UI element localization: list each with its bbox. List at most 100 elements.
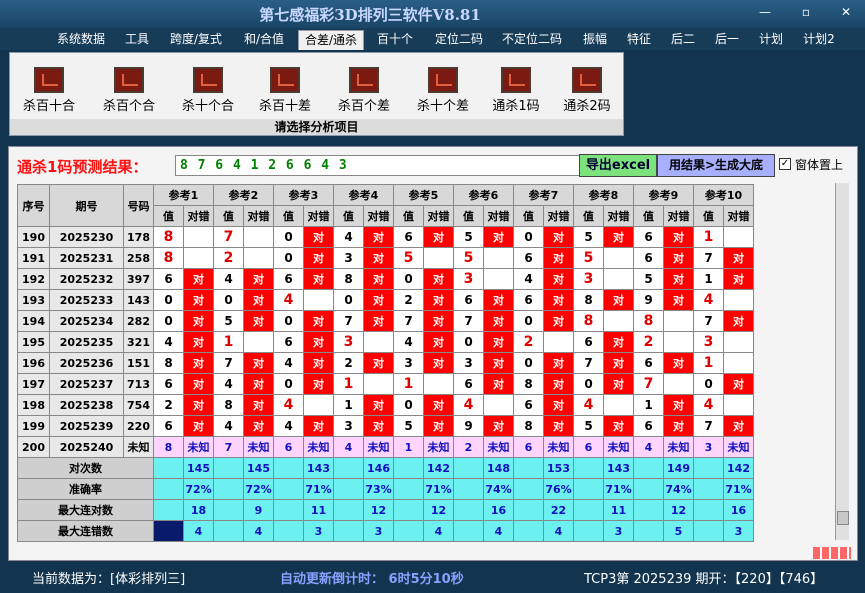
- vertical-scrollbar[interactable]: [835, 183, 849, 540]
- result-field[interactable]: 8 7 6 4 1 2 6 6 4 3: [175, 155, 585, 176]
- minimize-icon[interactable]: —: [752, 4, 778, 20]
- table-row[interactable]: 193 2025233 143 0 对 0 对 4 0 对 2 对 6 对 6 对 8 对 9 对 4: [17, 289, 754, 311]
- table-row[interactable]: 197 2025237 713 6 对 4 对 0 对 1 1 6 对 8 对 0 对 7 0 对: [17, 373, 754, 395]
- table-row[interactable]: 192 2025232 397 6 对 4 对 6 对 8 对 0 对 3 4 对 3 5 对 1 对: [17, 268, 754, 290]
- hit-cell: 对: [363, 247, 394, 269]
- row-number: 151: [123, 352, 154, 374]
- stats-value: 74%: [483, 478, 514, 500]
- tool-button[interactable]: 杀百个合: [94, 67, 164, 117]
- stats-blank: [693, 457, 724, 479]
- ref-value: 8: [153, 352, 184, 374]
- close-icon[interactable]: ✕: [833, 4, 859, 20]
- ref-value: 3: [693, 331, 724, 353]
- menu-item[interactable]: 工具: [118, 30, 156, 50]
- stats-blank: [633, 520, 664, 542]
- stats-blank: [273, 499, 304, 521]
- stats-value: 153: [543, 457, 574, 479]
- ref-value: 3: [333, 247, 364, 269]
- header-ref: 参考5: [393, 184, 454, 206]
- row-period: 2025230: [49, 226, 124, 248]
- ref-value: 6: [573, 331, 604, 353]
- header-value: 值: [453, 205, 484, 227]
- menu-item[interactable]: 和/合值: [238, 30, 290, 50]
- ref-value: 7: [213, 352, 244, 374]
- miss-cell: [723, 331, 754, 353]
- table-row[interactable]: 191 2025231 258 8 2 0 对 3 对 5 5 6 对 5 6 对 7 对: [17, 247, 754, 269]
- stats-blank: [393, 457, 424, 479]
- export-excel-button[interactable]: 导出excel: [579, 154, 657, 177]
- table-row[interactable]: 194 2025234 282 0 对 5 对 0 对 7 对 7 对 7 对 0 对 8 8 7 对: [17, 310, 754, 332]
- ref-value: 0: [153, 310, 184, 332]
- header-value: 值: [393, 205, 424, 227]
- generate-base-button[interactable]: 用结果>生成大底: [657, 154, 775, 177]
- table-row[interactable]: 190 2025230 178 8 7 0 对 4 对 6 对 5 对 0 对 5 对 6 对 1: [17, 226, 754, 248]
- stats-value: 11: [303, 499, 334, 521]
- tool-button[interactable]: 杀百个差: [329, 67, 399, 117]
- table-row[interactable]: 196 2025236 151 8 对 7 对 4 对 2 对 3 对 3 对 0 对 7 对 6 对 1: [17, 352, 754, 374]
- pin-window-label: 窗体置上: [795, 158, 844, 172]
- stats-blank: [153, 457, 184, 479]
- progress-indicator: [813, 547, 851, 559]
- tool-button[interactable]: 杀百十差: [250, 67, 320, 117]
- ref-value: 2: [153, 394, 184, 416]
- stats-blank: [273, 457, 304, 479]
- tool-button[interactable]: 通杀1码: [481, 67, 551, 117]
- miss-cell: [483, 394, 514, 416]
- ref-value: 4: [273, 289, 304, 311]
- stats-blank: [513, 478, 544, 500]
- row-number: 754: [123, 394, 154, 416]
- ref-value: 4: [693, 289, 724, 311]
- unknown-cell: 未知: [543, 436, 574, 458]
- stats-blank: [213, 520, 244, 542]
- restore-icon[interactable]: ▫: [793, 4, 819, 20]
- miss-cell: [663, 310, 694, 332]
- hit-cell: 对: [663, 268, 694, 290]
- chart-icon: [193, 67, 223, 93]
- ref-value: 1: [393, 373, 424, 395]
- menu-item[interactable]: 后二: [665, 30, 701, 50]
- table-row[interactable]: 195 2025235 321 4 对 1 6 对 3 4 对 0 对 2 6 对 2 3: [17, 331, 754, 353]
- header-ref: 参考6: [453, 184, 514, 206]
- ref-value: 0: [213, 289, 244, 311]
- scrollbar-thumb[interactable]: [837, 511, 849, 525]
- stats-value: 71%: [423, 478, 454, 500]
- menu-item[interactable]: 跨度/复式: [164, 30, 228, 50]
- menu-item[interactable]: 定位二码: [430, 30, 488, 50]
- ref-value: 3: [573, 268, 604, 290]
- hit-cell: 对: [543, 352, 574, 374]
- header-hit: 对错: [543, 205, 574, 227]
- ref-value: 3: [693, 436, 724, 458]
- row-period: 2025232: [49, 268, 124, 290]
- menu-item[interactable]: 百十个: [372, 30, 418, 50]
- ref-value: 0: [273, 310, 304, 332]
- ref-value: 0: [153, 289, 184, 311]
- menu-item-active[interactable]: 合差/通杀: [298, 30, 364, 50]
- hit-cell: 对: [303, 310, 334, 332]
- stats-value: 145: [183, 457, 214, 479]
- table-row[interactable]: 198 2025238 754 2 对 8 对 4 1 对 0 对 4 6 对 4 1 对 4: [17, 394, 754, 416]
- menu-item[interactable]: 不定位二码: [497, 30, 567, 50]
- hit-cell: 对: [423, 352, 454, 374]
- tool-button[interactable]: 通杀2码: [552, 67, 622, 117]
- menu-item[interactable]: 后一: [709, 30, 745, 50]
- ref-value: 1: [693, 352, 724, 374]
- row-period: 2025240: [49, 436, 124, 458]
- menu-item[interactable]: 计划: [753, 30, 789, 50]
- tool-button[interactable]: 杀十个合: [173, 67, 243, 117]
- menu-item[interactable]: 振幅: [577, 30, 613, 50]
- table-row[interactable]: 199 2025239 220 6 对 4 对 4 对 3 对 5 对 9 对 8 对 5 对 6 对 7 对: [17, 415, 754, 437]
- tool-button[interactable]: 杀十个差: [408, 67, 478, 117]
- tool-button[interactable]: 杀百十合: [14, 67, 84, 117]
- hit-cell: 对: [483, 289, 514, 311]
- hit-cell: 对: [243, 373, 274, 395]
- menu-item[interactable]: 特征: [621, 30, 657, 50]
- menu-item[interactable]: 系统数据: [52, 30, 110, 50]
- chart-icon: [270, 67, 300, 93]
- pin-window-checkbox[interactable]: ✓: [779, 158, 791, 170]
- prediction-row[interactable]: 200 2025240 未知 8 未知 7 未知 6 未知 4 未知 1 未知 2 未知 6 未知 6 未知 4 未知 3…: [17, 436, 754, 458]
- menu-item[interactable]: 计划2: [797, 30, 841, 50]
- hit-cell: 对: [423, 289, 454, 311]
- ref-value: 0: [693, 373, 724, 395]
- hit-cell: 对: [183, 352, 214, 374]
- hit-cell: 对: [723, 415, 754, 437]
